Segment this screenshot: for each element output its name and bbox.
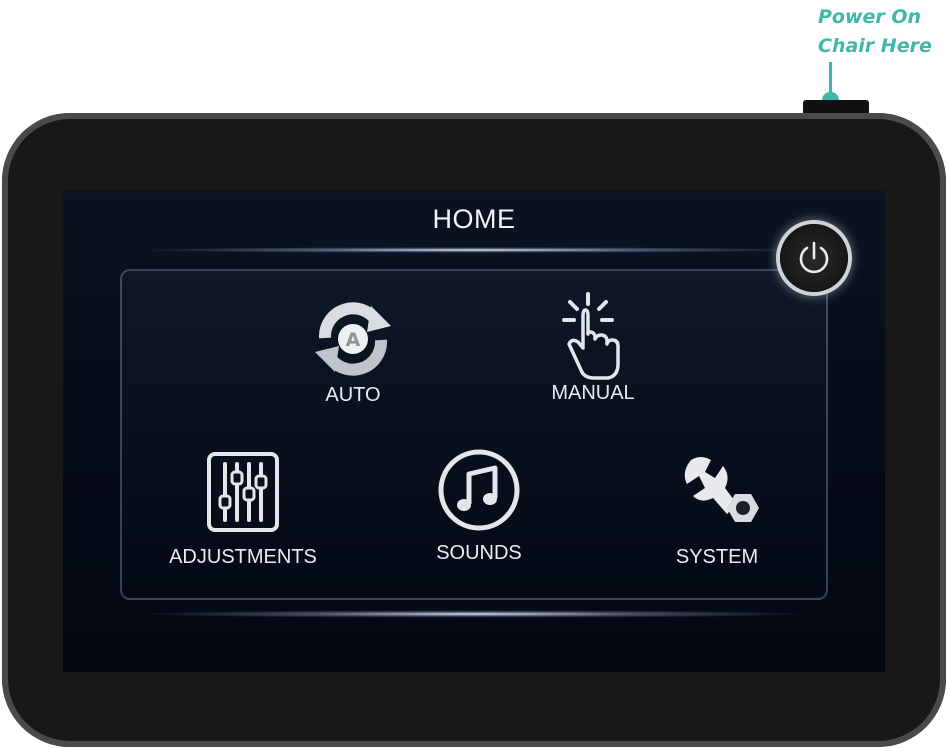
tile-adjustments[interactable]: ADJUSTMENTS (153, 450, 333, 569)
tile-auto-label: AUTO (325, 384, 381, 406)
tile-manual-label: MANUAL (551, 382, 635, 404)
tile-system-label: SYSTEM (675, 546, 759, 568)
hand-tap-icon (562, 292, 620, 380)
touch-screen: HOME A AUTO MANUAL ADJUSTMENTS SOUNDS SY… (63, 190, 885, 672)
music-note-icon (438, 449, 520, 531)
tile-adjustments-label: ADJUSTMENTS (169, 546, 317, 568)
panel-bottom-glow (133, 610, 815, 618)
callout-line-2: Chair Here (818, 35, 932, 57)
svg-text:A: A (346, 329, 361, 351)
title-underline-glow (133, 247, 815, 253)
tile-manual[interactable]: MANUAL (523, 290, 663, 405)
tile-system[interactable]: SYSTEM (647, 450, 787, 569)
tile-sounds-label: SOUNDS (436, 542, 522, 564)
auto-cycle-icon: A (315, 302, 391, 376)
power-button[interactable] (780, 224, 848, 292)
wrench-icon (684, 457, 759, 522)
power-icon (799, 241, 829, 274)
sliders-icon (207, 452, 279, 532)
tile-sounds[interactable]: SOUNDS (409, 446, 549, 565)
callout-line-1: Power On (818, 6, 922, 28)
callout-pointer-line (829, 62, 832, 96)
tile-auto[interactable]: A AUTO (283, 296, 423, 407)
page-title: HOME (432, 204, 516, 234)
power-on-callout: Power On Chair Here (818, 3, 946, 61)
